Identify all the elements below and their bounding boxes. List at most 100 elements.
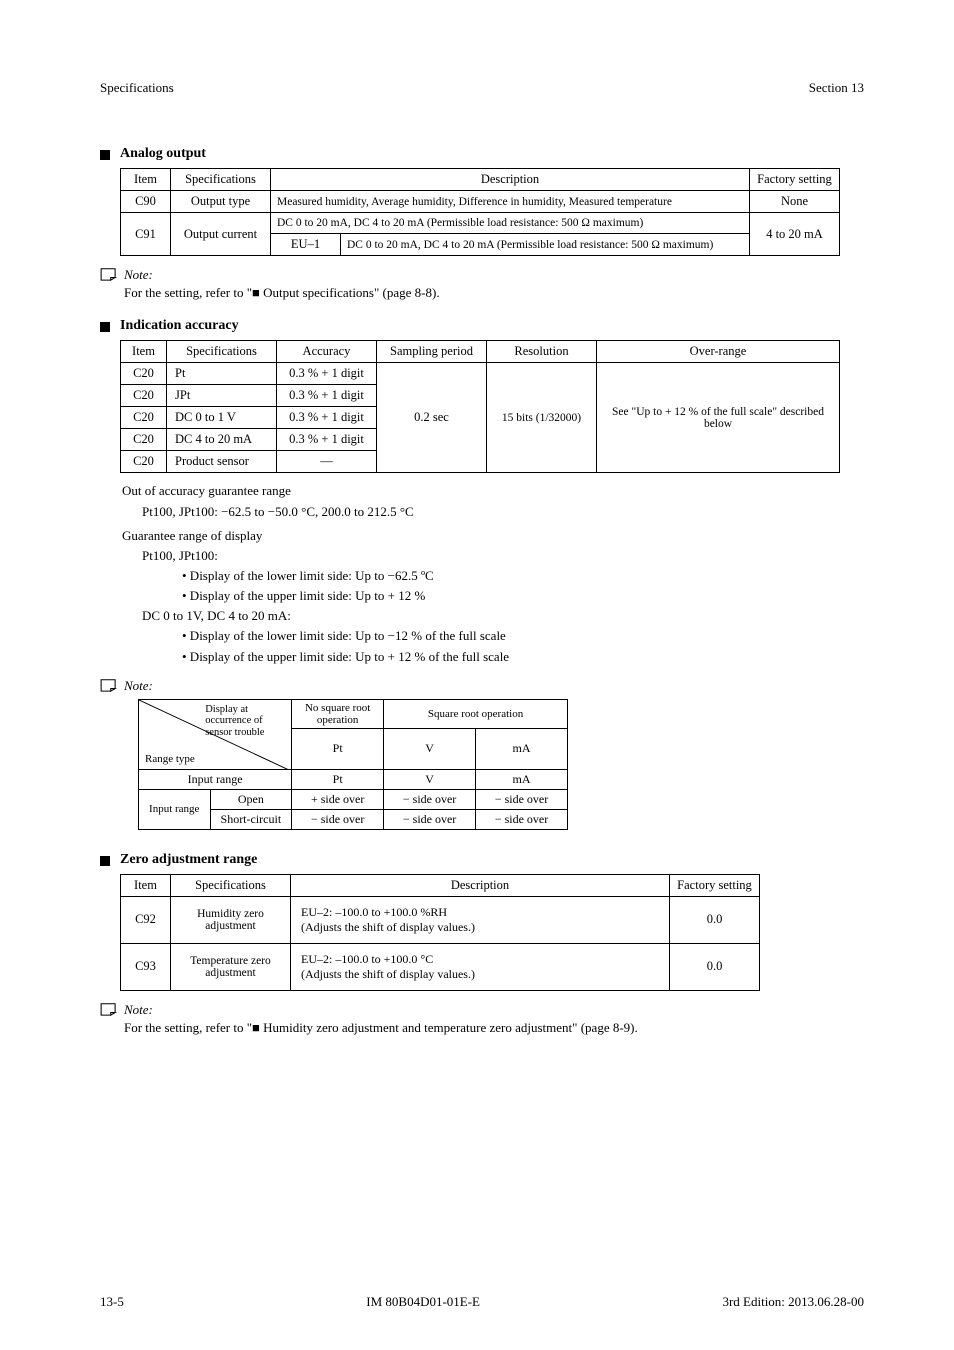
note-analog: Note: For the setting, refer to "■ Outpu… [100, 266, 864, 302]
th-desc: Description [271, 169, 750, 191]
zero-adjustment-table: Item Specifications Description Factory … [120, 874, 760, 991]
th: Resolution [487, 341, 597, 363]
footer-pagenum: 13-5 [100, 1294, 124, 1310]
note-zero: Note: For the setting, refer to "■ Humid… [100, 1001, 864, 1037]
note-accuracy: Note: [100, 677, 864, 695]
page-footer: 13-5 IM 80B04D01-01E-E 3rd Edition: 2013… [100, 1294, 864, 1310]
th: Specifications [171, 874, 291, 896]
table-row: C20 Pt 0.3 % + 1 digit 0.2 sec 15 bits (… [121, 363, 840, 385]
section-title: Indication accuracy [120, 318, 239, 334]
cell: EU–2: –100.0 to +100.0 °C (Adjusts the s… [291, 943, 670, 990]
cell: DC 0 to 20 mA, DC 4 to 20 mA (Permissibl… [341, 234, 750, 256]
text: • Display of the lower limit side: Up to… [182, 566, 864, 586]
section-title: Zero adjustment range [120, 852, 257, 868]
diag-bottom-left: Range type [145, 753, 195, 765]
th: Factory setting [670, 874, 760, 896]
cell: C92 [121, 896, 171, 943]
cell: C20 [121, 429, 167, 451]
footer-docid: IM 80B04D01-01E-E [124, 1294, 723, 1310]
section-analog-output: Analog output [100, 146, 864, 162]
cell: mA [476, 728, 568, 769]
table-header-row: Item Specifications Description Factory … [121, 874, 760, 896]
text: • Display of the upper limit side: Up to… [182, 647, 864, 667]
label-guarantee: Guarantee range of display [122, 526, 262, 546]
square-bullet-icon [100, 856, 110, 866]
th: Item [121, 874, 171, 896]
footer-edition: 3rd Edition: 2013.06.28-00 [722, 1294, 864, 1310]
cell: EU–2: –100.0 to +100.0 %RH (Adjusts the … [291, 896, 670, 943]
note-label: Note: [124, 1001, 638, 1019]
note-label: Note: [124, 266, 440, 284]
cell: 0.0 [670, 943, 760, 990]
sensor-trouble-table: Display at occurrence of sensor trouble … [138, 699, 568, 830]
square-bullet-icon [100, 322, 110, 332]
cell: Temperature zero adjustment [171, 943, 291, 990]
table-header-row: Item Specifications Description Factory … [121, 169, 840, 191]
diagonal-header-cell: Display at occurrence of sensor trouble … [139, 699, 292, 769]
cell: C91 [121, 213, 171, 256]
cell: + side over [292, 789, 384, 809]
cell: No square root operation [292, 699, 384, 728]
th-factory: Factory setting [750, 169, 840, 191]
section-title: Analog output [120, 146, 206, 162]
header-left: Specifications [100, 80, 174, 96]
table-row: Display at occurrence of sensor trouble … [139, 699, 568, 728]
note-icon [100, 1002, 118, 1016]
note-icon [100, 267, 118, 281]
th: Sampling period [377, 341, 487, 363]
th: Item [121, 341, 167, 363]
cell: DC 0 to 1 V [167, 407, 277, 429]
text: Pt100, JPt100: −62.5 to −50.0 °C, 200.0 … [142, 502, 864, 522]
th-spec: Specifications [171, 169, 271, 191]
cell: Pt [292, 728, 384, 769]
table-row: C90 Output type Measured humidity, Avera… [121, 191, 840, 213]
note-body: For the setting, refer to "■ Output spec… [124, 284, 440, 302]
table-row: Input range Pt V mA [139, 769, 568, 789]
note-body: For the setting, refer to "■ Humidity ze… [124, 1019, 638, 1037]
note-icon [100, 678, 118, 692]
cell: − side over [384, 809, 476, 829]
cell: − side over [476, 809, 568, 829]
table-header-row: Item Specifications Accuracy Sampling pe… [121, 341, 840, 363]
th: Specifications [167, 341, 277, 363]
cell: V [384, 769, 476, 789]
cell: Input range [139, 769, 292, 789]
cell: Open [210, 789, 292, 809]
square-bullet-icon [100, 150, 110, 160]
cell: Pt [167, 363, 277, 385]
cell: mA [476, 769, 568, 789]
table-row: C93 Temperature zero adjustment EU–2: –1… [121, 943, 760, 990]
header-right: Section 13 [809, 80, 864, 96]
cell: Humidity zero adjustment [171, 896, 291, 943]
cell: Square root operation [384, 699, 568, 728]
cell: Input range [139, 789, 211, 829]
cell: 0.3 % + 1 digit [277, 385, 377, 407]
cell: − side over [384, 789, 476, 809]
cell: − side over [476, 789, 568, 809]
table-row: Input range Open + side over − side over… [139, 789, 568, 809]
cell: DC 4 to 20 mA [167, 429, 277, 451]
cell: 0.0 [670, 896, 760, 943]
cell: 0.3 % + 1 digit [277, 429, 377, 451]
section-accuracy: Indication accuracy [100, 318, 864, 334]
accuracy-extra-block: Out of accuracy guarantee range Pt100, J… [122, 481, 864, 666]
text: • Display of the upper limit side: Up to… [182, 586, 864, 606]
cell: 4 to 20 mA [750, 213, 840, 256]
cell: See "Up to + 12 % of the full scale" des… [597, 363, 840, 473]
cell: DC 0 to 20 mA, DC 4 to 20 mA (Permissibl… [271, 213, 750, 234]
cell: C20 [121, 363, 167, 385]
cell: C20 [121, 385, 167, 407]
cell: C20 [121, 407, 167, 429]
table-row: C91 Output current DC 0 to 20 mA, DC 4 t… [121, 213, 840, 234]
section-zero-adjust: Zero adjustment range [100, 852, 864, 868]
page-header: Specifications Section 13 [100, 80, 864, 96]
cell: 15 bits (1/32000) [487, 363, 597, 473]
cell: V [384, 728, 476, 769]
cell: None [750, 191, 840, 213]
cell: Output type [171, 191, 271, 213]
th-item: Item [121, 169, 171, 191]
cell: C20 [121, 451, 167, 473]
note-label: Note: [124, 677, 153, 695]
cell: 0.3 % + 1 digit [277, 407, 377, 429]
analog-output-table: Item Specifications Description Factory … [120, 168, 840, 256]
